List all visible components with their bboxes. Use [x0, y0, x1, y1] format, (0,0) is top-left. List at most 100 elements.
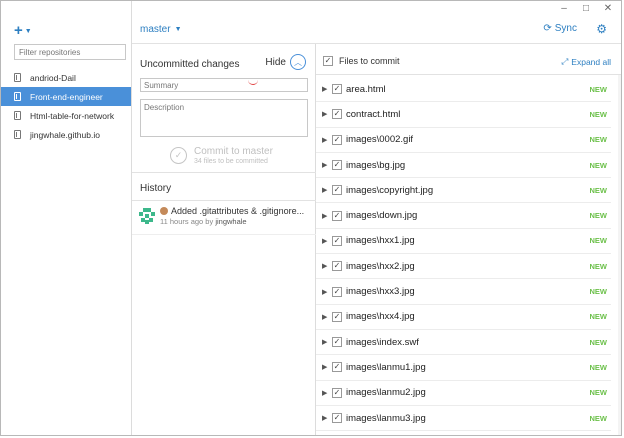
file-checkbox[interactable]: ✓: [332, 210, 342, 221]
commit-button[interactable]: ✓ Commit to master 34 files to be commit…: [170, 146, 273, 165]
uncommitted-title: Uncommitted changes: [140, 59, 240, 70]
hide-label: Hide: [265, 56, 286, 68]
file-checkbox[interactable]: ✓: [332, 84, 342, 95]
file-checkbox[interactable]: ✓: [332, 235, 342, 246]
repo-item[interactable]: andriod-Dail: [1, 68, 131, 87]
sync-button[interactable]: ⟳ Sync: [543, 23, 577, 34]
file-row[interactable]: ▶ ✓ images\down.jpg NEW: [316, 203, 611, 229]
file-row[interactable]: ▶ ✓ images\0002.gif NEW: [316, 128, 611, 153]
file-row[interactable]: ▶ ✓ images\lanmu3.jpg NEW: [316, 406, 611, 432]
file-checkbox[interactable]: ✓: [332, 134, 342, 145]
expand-icon: ⤢: [561, 56, 569, 66]
expand-arrow-icon[interactable]: ▶: [322, 338, 332, 346]
status-badge: NEW: [589, 211, 608, 221]
expand-arrow-icon[interactable]: ▶: [322, 212, 332, 220]
file-row[interactable]: ▶ ✓ images\hxx3.jpg NEW: [316, 279, 611, 305]
file-checkbox[interactable]: ✓: [332, 185, 342, 196]
plus-icon: +: [14, 22, 23, 39]
file-checkbox[interactable]: ✓: [332, 311, 342, 322]
file-checkbox[interactable]: ✓: [332, 261, 342, 272]
avatar: [139, 208, 155, 224]
status-badge: NEW: [589, 109, 608, 119]
file-checkbox[interactable]: ✓: [332, 413, 342, 423]
gear-icon[interactable]: ⚙: [596, 22, 607, 36]
file-checkbox[interactable]: ✓: [332, 109, 342, 120]
file-name: images\lanmu1.jpg: [346, 361, 426, 373]
minimize-icon[interactable]: –: [559, 4, 569, 14]
commit-author: jingwhale: [215, 217, 247, 226]
repo-item[interactable]: Html-table-for-network: [1, 106, 131, 125]
commit-message: Added .gitattributes & .gitignore...: [160, 206, 304, 216]
file-row[interactable]: ▶ ✓ contract.html NEW: [316, 102, 611, 128]
file-row[interactable]: ▶ ✓ images\index.swf NEW: [316, 330, 611, 356]
expand-arrow-icon[interactable]: ▶: [322, 237, 332, 245]
status-badge: NEW: [589, 236, 608, 246]
branch-selector[interactable]: master ▼: [140, 24, 182, 35]
file-checkbox[interactable]: ✓: [332, 387, 342, 398]
file-name: images\hxx4.jpg: [346, 311, 415, 323]
expand-arrow-icon[interactable]: ▶: [322, 262, 332, 270]
close-icon[interactable]: ✕: [603, 4, 613, 14]
add-repository-button[interactable]: + ▼: [14, 22, 32, 39]
select-all-checkbox[interactable]: ✓: [323, 56, 333, 66]
tag-icon: [160, 207, 168, 215]
file-checkbox[interactable]: ✓: [332, 337, 342, 348]
file-row[interactable]: ▶ ✓ images\hxx1.jpg NEW: [316, 229, 611, 255]
file-name: contract.html: [346, 108, 401, 120]
repo-item[interactable]: jingwhale.github.io: [1, 125, 131, 144]
check-icon: ✓: [170, 147, 187, 164]
repository-list: andriod-Dail Front-end-engineer Html-tab…: [1, 68, 131, 144]
expand-arrow-icon[interactable]: ▶: [322, 363, 332, 371]
file-name: images\copyright.jpg: [346, 184, 434, 196]
file-row[interactable]: ▶ ✓ images\bg.jpg NEW: [316, 153, 611, 179]
file-checkbox[interactable]: ✓: [332, 286, 342, 297]
status-badge: NEW: [589, 362, 608, 372]
repo-name: Front-end-engineer: [30, 91, 103, 102]
file-name: images\hxx3.jpg: [346, 286, 415, 298]
history-text: Added .gitattributes & .gitignore... 11 …: [160, 206, 304, 226]
expand-arrow-icon[interactable]: ▶: [322, 313, 332, 321]
repo-item-selected[interactable]: Front-end-engineer: [1, 87, 131, 106]
commit-panel: Uncommitted changes Hide ︿ ✓ Commit to m…: [132, 44, 316, 435]
expand-arrow-icon[interactable]: ▶: [322, 414, 332, 422]
files-title: Files to commit: [339, 56, 400, 66]
scrollbar[interactable]: [618, 75, 621, 435]
expand-arrow-icon[interactable]: ▶: [322, 110, 332, 118]
sync-icon: ⟳: [543, 23, 552, 34]
file-row[interactable]: ▶ ✓ images\lanmu2.jpg NEW: [316, 381, 611, 406]
file-row[interactable]: ▶ ✓ images\lanmu1.jpg NEW: [316, 355, 611, 381]
commit-meta: 11 hours ago by jingwhale: [160, 217, 304, 226]
status-badge: NEW: [589, 337, 608, 347]
history-item[interactable]: Added .gitattributes & .gitignore... 11 …: [139, 206, 313, 226]
expand-arrow-icon[interactable]: ▶: [322, 85, 332, 93]
file-list: ▶ ✓ area.html NEW ▶ ✓ contract.html NEW …: [316, 77, 617, 432]
repo-name: Html-table-for-network: [30, 110, 115, 121]
expand-arrow-icon[interactable]: ▶: [322, 389, 332, 397]
file-name: area.html: [346, 83, 386, 95]
filter-repositories-input[interactable]: [14, 44, 126, 60]
expand-arrow-icon[interactable]: ▶: [322, 136, 332, 144]
file-row[interactable]: ▶ ✓ area.html NEW: [316, 77, 611, 103]
expand-arrow-icon[interactable]: ▶: [322, 161, 332, 169]
file-row[interactable]: ▶ ✓ images\hxx4.jpg NEW: [316, 305, 611, 330]
summary-input[interactable]: [140, 78, 308, 92]
repo-name: andriod-Dail: [30, 72, 76, 83]
expand-arrow-icon[interactable]: ▶: [322, 288, 332, 296]
expand-all-button[interactable]: ⤢ Expand all: [561, 56, 611, 67]
file-name: images\down.jpg: [346, 210, 418, 222]
file-row[interactable]: ▶ ✓ images\hxx2.jpg NEW: [316, 254, 611, 280]
file-row[interactable]: ▶ ✓ images\copyright.jpg NEW: [316, 178, 611, 204]
caret-down-icon: ▼: [24, 28, 32, 35]
expand-arrow-icon[interactable]: ▶: [322, 186, 332, 194]
file-checkbox[interactable]: ✓: [332, 160, 342, 171]
hide-button[interactable]: Hide ︿: [265, 54, 306, 70]
history-title: History: [140, 183, 172, 194]
description-input[interactable]: [140, 99, 308, 137]
maximize-icon[interactable]: □: [581, 4, 591, 14]
status-badge: NEW: [589, 413, 608, 423]
file-checkbox[interactable]: ✓: [332, 362, 342, 373]
file-name: images\index.swf: [346, 336, 419, 348]
status-badge: NEW: [589, 84, 608, 94]
status-badge: NEW: [589, 160, 608, 170]
repo-name: jingwhale.github.io: [30, 129, 100, 140]
